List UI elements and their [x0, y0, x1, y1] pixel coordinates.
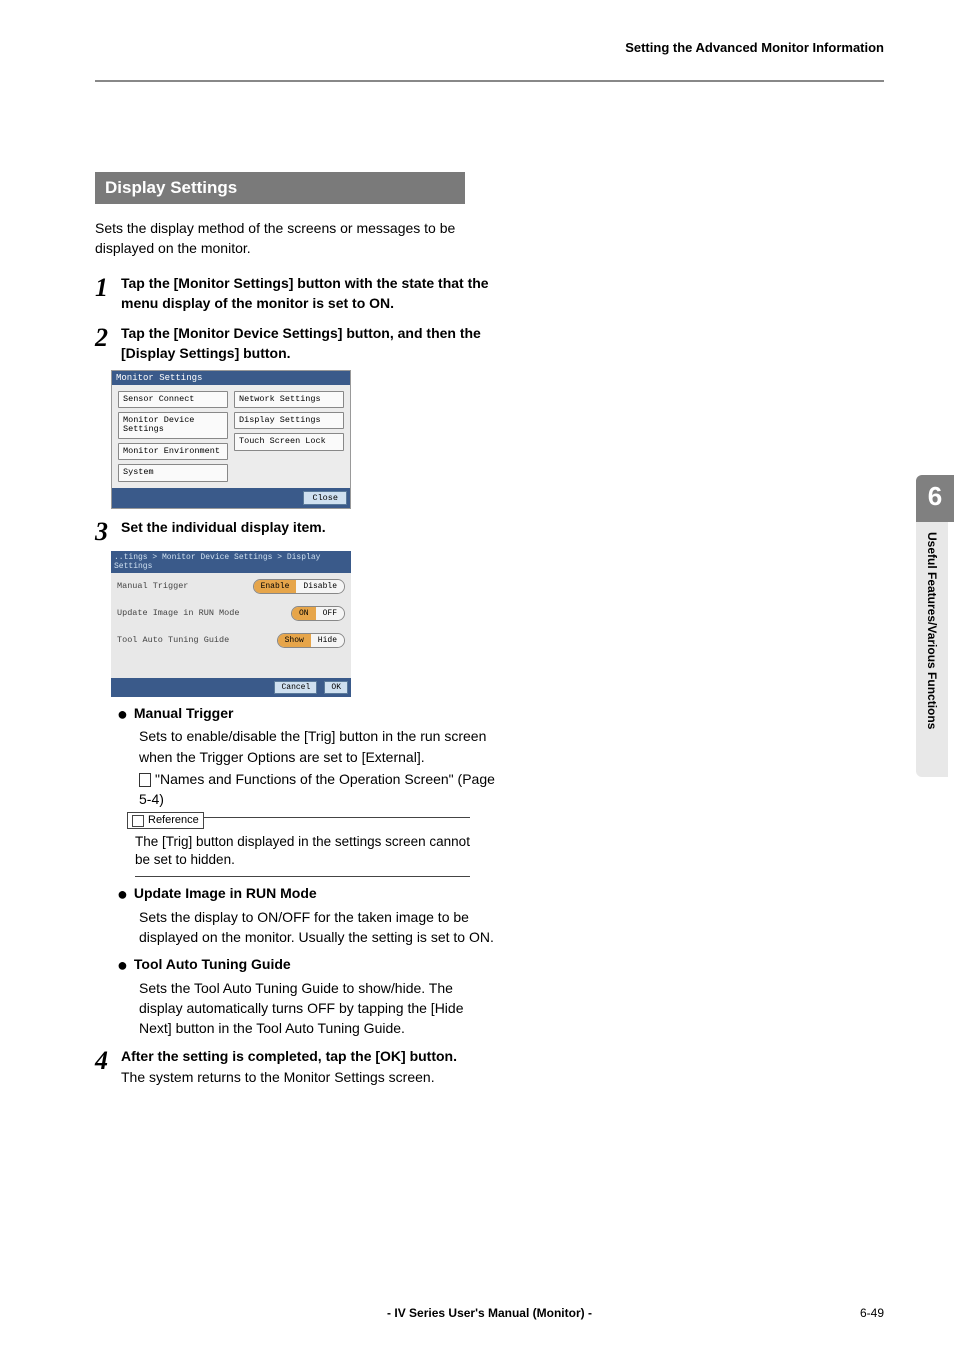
- manual-trigger-xref-text: "Names and Functions of the Operation Sc…: [139, 771, 495, 807]
- step-number: 4: [95, 1048, 121, 1087]
- update-image-body: Sets the display to ON/OFF for the taken…: [139, 907, 495, 948]
- step-3-head: Set the individual display item.: [121, 519, 326, 535]
- bullet-icon: ●: [117, 956, 128, 976]
- ui2-ok-button[interactable]: OK: [324, 681, 348, 694]
- ui1-sensor-connect-button[interactable]: Sensor Connect: [118, 391, 228, 408]
- tool-auto-title: Tool Auto Tuning Guide: [134, 956, 291, 976]
- ui1-network-settings-button[interactable]: Network Settings: [234, 391, 344, 408]
- manual-trigger-xref: "Names and Functions of the Operation Sc…: [139, 769, 495, 810]
- step-4: 4 After the setting is completed, tap th…: [95, 1046, 495, 1087]
- bullet-tool-auto: ● Tool Auto Tuning Guide: [117, 956, 495, 976]
- chapter-title: Useful Features/Various Functions: [916, 522, 948, 777]
- ui2-update-image-off[interactable]: OFF: [316, 607, 344, 620]
- page-ref-icon: [139, 773, 151, 787]
- screenshot-monitor-settings: Monitor Settings Sensor Connect Monitor …: [111, 370, 351, 509]
- step-3: 3 Set the individual display item.: [95, 517, 495, 545]
- section-intro: Sets the display method of the screens o…: [95, 218, 495, 259]
- ui1-system-button[interactable]: System: [118, 464, 228, 481]
- ui2-update-image-label: Update Image in RUN Mode: [117, 608, 291, 618]
- ui1-monitor-device-settings-button[interactable]: Monitor Device Settings: [118, 412, 228, 439]
- step-4-body: The system returns to the Monitor Settin…: [121, 1069, 435, 1085]
- ui2-cancel-button[interactable]: Cancel: [274, 681, 317, 694]
- ui2-tool-auto-show[interactable]: Show: [278, 634, 311, 647]
- ui2-row-manual-trigger: Manual Trigger Enable Disable: [111, 573, 351, 600]
- step-number: 3: [95, 519, 121, 545]
- bullet-update-image: ● Update Image in RUN Mode: [117, 885, 495, 905]
- step-4-head: After the setting is completed, tap the …: [121, 1048, 457, 1064]
- ui1-touch-screen-lock-button[interactable]: Touch Screen Lock: [234, 433, 344, 450]
- ui2-breadcrumb: ..tings > Monitor Device Settings > Disp…: [111, 551, 351, 573]
- bullet-icon: ●: [117, 885, 128, 905]
- reference-text: The [Trig] button displayed in the setti…: [135, 833, 470, 871]
- ui2-manual-trigger-enable[interactable]: Enable: [254, 580, 297, 593]
- step-1: 1 Tap the [Monitor Settings] button with…: [95, 273, 495, 314]
- ui2-manual-trigger-disable[interactable]: Disable: [296, 580, 344, 593]
- update-image-title: Update Image in RUN Mode: [134, 885, 317, 905]
- ui2-row-tool-auto-tuning: Tool Auto Tuning Guide Show Hide: [111, 627, 351, 654]
- ui2-manual-trigger-label: Manual Trigger: [117, 581, 253, 591]
- manual-trigger-body: Sets to enable/disable the [Trig] button…: [139, 726, 495, 767]
- manual-trigger-title: Manual Trigger: [134, 705, 234, 725]
- ui2-tool-auto-label: Tool Auto Tuning Guide: [117, 635, 277, 645]
- footer-manual-title: - IV Series User's Manual (Monitor) -: [95, 1306, 884, 1320]
- bullet-manual-trigger: ● Manual Trigger: [117, 705, 495, 725]
- step-number: 1: [95, 275, 121, 314]
- tool-auto-body: Sets the Tool Auto Tuning Guide to show/…: [139, 978, 495, 1039]
- header-section-title: Setting the Advanced Monitor Information: [95, 40, 884, 55]
- ui2-update-image-on[interactable]: ON: [292, 607, 316, 620]
- step-2: 2 Tap the [Monitor Device Settings] butt…: [95, 323, 495, 364]
- step-2-head: Tap the [Monitor Device Settings] button…: [121, 325, 481, 361]
- step-1-head: Tap the [Monitor Settings] button with t…: [121, 275, 489, 311]
- ui1-title: Monitor Settings: [112, 371, 350, 385]
- ui2-row-update-image: Update Image in RUN Mode ON OFF: [111, 600, 351, 627]
- bullet-icon: ●: [117, 705, 128, 725]
- chapter-number: 6: [916, 475, 954, 522]
- header-rule: [95, 80, 884, 82]
- reference-label: Reference: [127, 812, 204, 828]
- section-banner: Display Settings: [95, 172, 465, 204]
- chapter-tab: 6 Useful Features/Various Functions: [916, 475, 954, 777]
- ui1-display-settings-button[interactable]: Display Settings: [234, 412, 344, 429]
- ui2-tool-auto-hide[interactable]: Hide: [311, 634, 344, 647]
- screenshot-display-settings: ..tings > Monitor Device Settings > Disp…: [111, 551, 351, 697]
- ui1-close-button[interactable]: Close: [303, 491, 347, 505]
- reference-box: Reference The [Trig] button displayed in…: [135, 817, 470, 877]
- ui1-monitor-environment-button[interactable]: Monitor Environment: [118, 443, 228, 460]
- step-number: 2: [95, 325, 121, 364]
